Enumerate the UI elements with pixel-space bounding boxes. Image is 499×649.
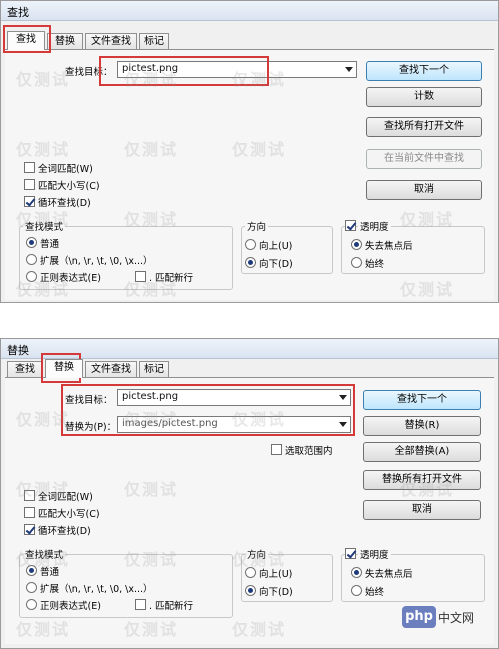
transparency-on-lose-focus-radio[interactable] <box>351 567 362 578</box>
transparency-on-lose-focus-radio[interactable] <box>351 239 362 250</box>
mode-normal-label: 普通 <box>40 239 60 250</box>
watermark-text: 仅测试 <box>16 410 71 429</box>
find-value: pictest.png <box>122 391 179 402</box>
watermark-text: 仅测试 <box>232 140 287 159</box>
mode-extended-label: 扩展（\n, \r, \t, \0, \x...） <box>40 584 153 595</box>
direction-down-radio[interactable] <box>245 257 256 268</box>
watermark-text: 仅测试 <box>16 620 71 639</box>
watermark-text: 仅测试 <box>16 280 71 299</box>
cancel-button[interactable]: 取消 <box>363 500 481 520</box>
watermark-text: 仅测试 <box>124 620 179 639</box>
transparency-group <box>341 554 485 602</box>
chevron-down-icon[interactable] <box>339 422 347 427</box>
watermark-text: 仅测试 <box>400 280 455 299</box>
transparency-title: 透明度 <box>358 219 391 233</box>
watermark-text: 仅测试 <box>124 480 179 499</box>
tab-replace[interactable]: 替换 <box>45 359 83 378</box>
count-button[interactable]: 计数 <box>366 87 482 107</box>
match-case-checkbox[interactable] <box>24 507 35 518</box>
direction-title: 方向 <box>245 219 269 233</box>
watermark-text: 仅测试 <box>16 140 71 159</box>
find-all-open-files-button[interactable]: 查找所有打开文件 <box>366 117 482 137</box>
find-combobox[interactable]: pictest.png <box>117 389 351 406</box>
mode-extended-radio[interactable] <box>26 254 37 265</box>
wrap-around-checkbox[interactable] <box>24 524 35 535</box>
mode-extended-radio[interactable] <box>26 582 37 593</box>
transparency-checkbox[interactable] <box>345 220 356 231</box>
in-selection-label: 选取范围内 <box>285 446 333 457</box>
transparency-on-lose-focus-label: 失去焦点后 <box>365 569 413 580</box>
watermark-text: 仅测试 <box>124 70 179 89</box>
watermark-text: 仅测试 <box>16 480 71 499</box>
transparency-checkbox[interactable] <box>345 548 356 559</box>
watermark-text: 仅测试 <box>16 70 71 89</box>
wrap-around-label: 循环查找(D) <box>38 526 91 537</box>
whole-word-label: 全词匹配(W) <box>38 164 93 175</box>
tab-find-in-files[interactable]: 文件查找 <box>85 361 137 378</box>
tab-mark[interactable]: 标记 <box>139 33 169 50</box>
transparency-group <box>341 226 485 274</box>
transparency-title: 透明度 <box>358 547 391 561</box>
watermark-text: 仅测试 <box>124 280 179 299</box>
transparency-always-radio[interactable] <box>351 257 362 268</box>
transparency-always-radio[interactable] <box>351 585 362 596</box>
match-newline-label: . 匹配新行 <box>149 601 194 612</box>
find-next-button[interactable]: 查找下一个 <box>366 61 482 81</box>
watermark-text: 仅测试 <box>232 410 287 429</box>
match-case-checkbox[interactable] <box>24 179 35 190</box>
watermark-text: 仅测试 <box>124 550 179 569</box>
match-case-label: 匹配大小写(C) <box>38 181 100 192</box>
tab-find[interactable]: 查找 <box>7 361 43 378</box>
watermark-text: 仅测试 <box>232 70 287 89</box>
tab-mark[interactable]: 标记 <box>139 361 169 378</box>
replace-label: 替换为(P)： <box>65 422 117 433</box>
chevron-down-icon[interactable] <box>345 67 353 72</box>
tab-find[interactable]: 查找 <box>7 31 45 50</box>
watermark-text: 仅测试 <box>400 210 455 229</box>
mode-normal-radio[interactable] <box>26 237 37 248</box>
match-case-label: 匹配大小写(C) <box>38 509 100 520</box>
php-site-name: 中文网 <box>438 611 475 625</box>
direction-up-radio[interactable] <box>245 239 256 250</box>
chevron-down-icon[interactable] <box>339 395 347 400</box>
watermark-text: 仅测试 <box>124 410 179 429</box>
watermark-text: 仅测试 <box>232 550 287 569</box>
replace-all-button[interactable]: 全部替换(A) <box>363 442 481 462</box>
title-bar: 替换 <box>1 339 498 359</box>
transparency-always-label: 始终 <box>365 259 385 270</box>
find-next-button[interactable]: 查找下一个 <box>363 390 481 410</box>
watermark-text: 仅测试 <box>124 210 179 229</box>
direction-up-label: 向上(U) <box>259 241 293 252</box>
transparency-on-lose-focus-label: 失去焦点后 <box>365 241 413 252</box>
tab-find-in-files[interactable]: 文件查找 <box>85 33 137 50</box>
replace-button[interactable]: 替换(R) <box>363 416 481 436</box>
find-all-current-file-button[interactable]: 在当前文件中查找 <box>366 149 482 169</box>
find-label: 查找目标： <box>65 395 113 406</box>
direction-down-label: 向下(D) <box>259 587 293 598</box>
title-bar: 查找 <box>1 1 498 21</box>
cancel-button[interactable]: 取消 <box>366 180 482 200</box>
direction-down-radio[interactable] <box>245 585 256 596</box>
in-selection-checkbox[interactable] <box>271 444 282 455</box>
watermark-text: 仅测试 <box>16 550 71 569</box>
mode-regex-radio[interactable] <box>26 599 37 610</box>
find-label: 查找目标： <box>65 67 113 78</box>
match-newline-checkbox[interactable] <box>135 599 146 610</box>
dialog-title: 查找 <box>7 6 29 19</box>
whole-word-checkbox[interactable] <box>24 162 35 173</box>
watermark-text: 仅测试 <box>16 210 71 229</box>
transparency-always-label: 始终 <box>365 587 385 598</box>
direction-down-label: 向下(D) <box>259 259 293 270</box>
mode-regex-label: 正则表达式(E) <box>40 601 101 612</box>
watermark-text: 仅测试 <box>232 620 287 639</box>
mode-extended-label: 扩展（\n, \r, \t, \0, \x...） <box>40 256 153 267</box>
php-logo: php <box>402 606 436 628</box>
tab-replace[interactable]: 替换 <box>47 33 83 50</box>
watermark-text: 仅测试 <box>400 480 455 499</box>
watermark-text: 仅测试 <box>124 140 179 159</box>
dialog-title: 替换 <box>7 344 29 357</box>
